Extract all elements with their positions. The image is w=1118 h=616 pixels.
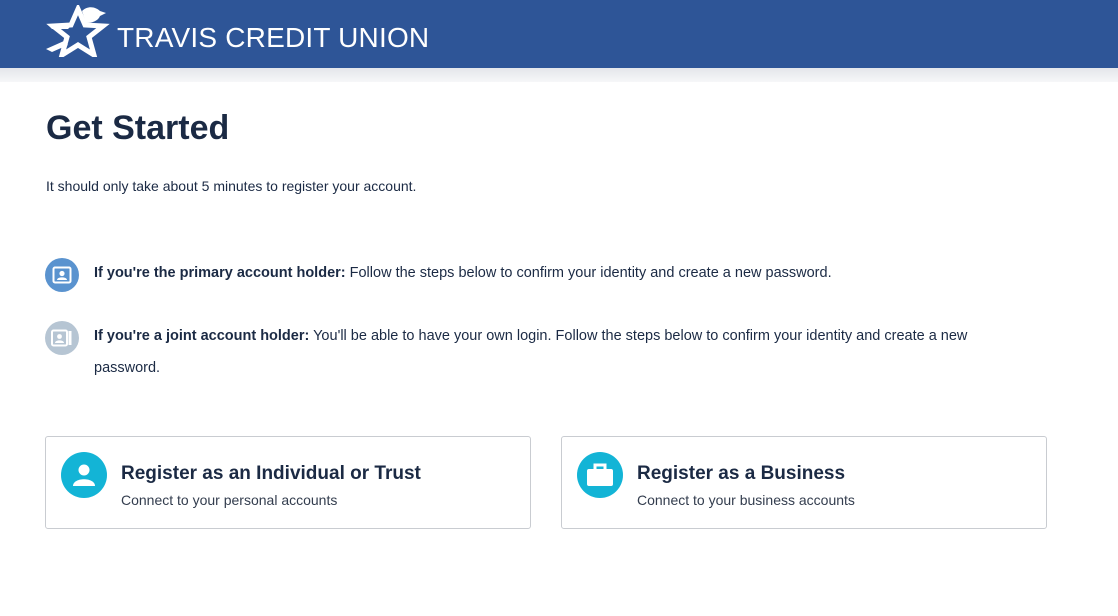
joint-holder-info: If you're a joint account holder: You'll…	[94, 320, 1014, 384]
register-business-subtitle: Connect to your business accounts	[637, 492, 855, 508]
register-individual-button[interactable]: Register as an Individual or Trust Conne…	[45, 436, 531, 529]
brand-name: TRAVIS CREDIT UNION	[117, 22, 430, 53]
star-logo-icon[interactable]	[42, 5, 116, 57]
register-individual-subtitle: Connect to your personal accounts	[121, 492, 338, 508]
site-header: TRAVIS CREDIT UNION	[0, 0, 1118, 68]
register-business-button[interactable]: Register as a Business Connect to your b…	[561, 436, 1047, 529]
briefcase-icon	[577, 452, 623, 498]
primary-holder-label: If you're the primary account holder:	[94, 265, 346, 281]
joint-id-card-icon	[45, 321, 79, 355]
register-individual-title: Register as an Individual or Trust	[121, 463, 421, 484]
page-title: Get Started	[46, 109, 230, 147]
primary-holder-text: Follow the steps below to confirm your i…	[345, 265, 832, 281]
header-shadow	[0, 68, 1118, 82]
joint-holder-label: If you're a joint account holder:	[94, 328, 310, 344]
user-icon	[61, 452, 107, 498]
primary-holder-info: If you're the primary account holder: Fo…	[94, 257, 1014, 289]
register-business-title: Register as a Business	[637, 463, 846, 484]
id-card-icon	[45, 258, 79, 292]
page-subtitle: It should only take about 5 minutes to r…	[46, 178, 417, 194]
